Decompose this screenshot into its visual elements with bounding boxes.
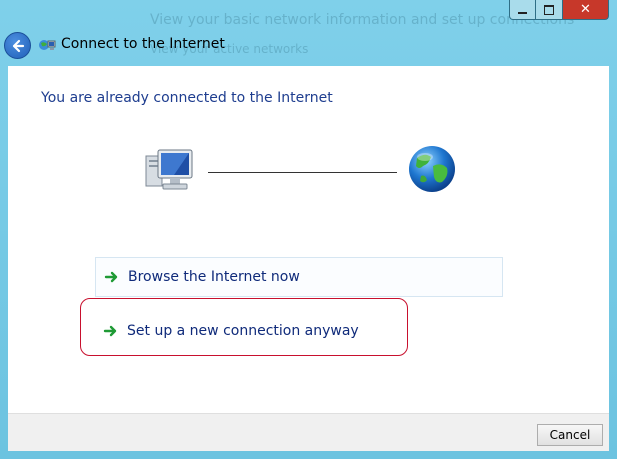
maximize-button[interactable] bbox=[536, 0, 563, 20]
network-icon bbox=[39, 40, 56, 50]
option-label: Browse the Internet now bbox=[128, 269, 300, 285]
dialog-footer: Cancel bbox=[8, 413, 609, 451]
window-frame: View your basic network information and … bbox=[0, 0, 617, 459]
dialog-content: You are already connected to the Interne… bbox=[8, 66, 609, 413]
back-button[interactable] bbox=[4, 32, 31, 59]
page-title: You are already connected to the Interne… bbox=[41, 90, 333, 106]
green-arrow-icon bbox=[104, 271, 118, 283]
caption-buttons: ✕ bbox=[509, 0, 609, 20]
connection-line bbox=[208, 172, 397, 173]
minimize-icon bbox=[518, 11, 527, 14]
close-icon: ✕ bbox=[580, 2, 591, 17]
window-title: Connect to the Internet bbox=[61, 36, 225, 52]
back-arrow-icon bbox=[12, 39, 24, 52]
computer-icon bbox=[145, 149, 193, 190]
browse-internet-option[interactable]: Browse the Internet now bbox=[95, 257, 503, 297]
green-arrow-icon bbox=[103, 325, 117, 337]
new-connection-option[interactable]: Set up a new connection anyway bbox=[95, 311, 503, 351]
globe-icon bbox=[409, 146, 455, 192]
minimize-button[interactable] bbox=[509, 0, 536, 20]
option-label: Set up a new connection anyway bbox=[127, 323, 359, 339]
maximize-icon bbox=[544, 4, 554, 15]
cancel-button[interactable]: Cancel bbox=[537, 424, 603, 446]
close-button[interactable]: ✕ bbox=[563, 0, 609, 20]
